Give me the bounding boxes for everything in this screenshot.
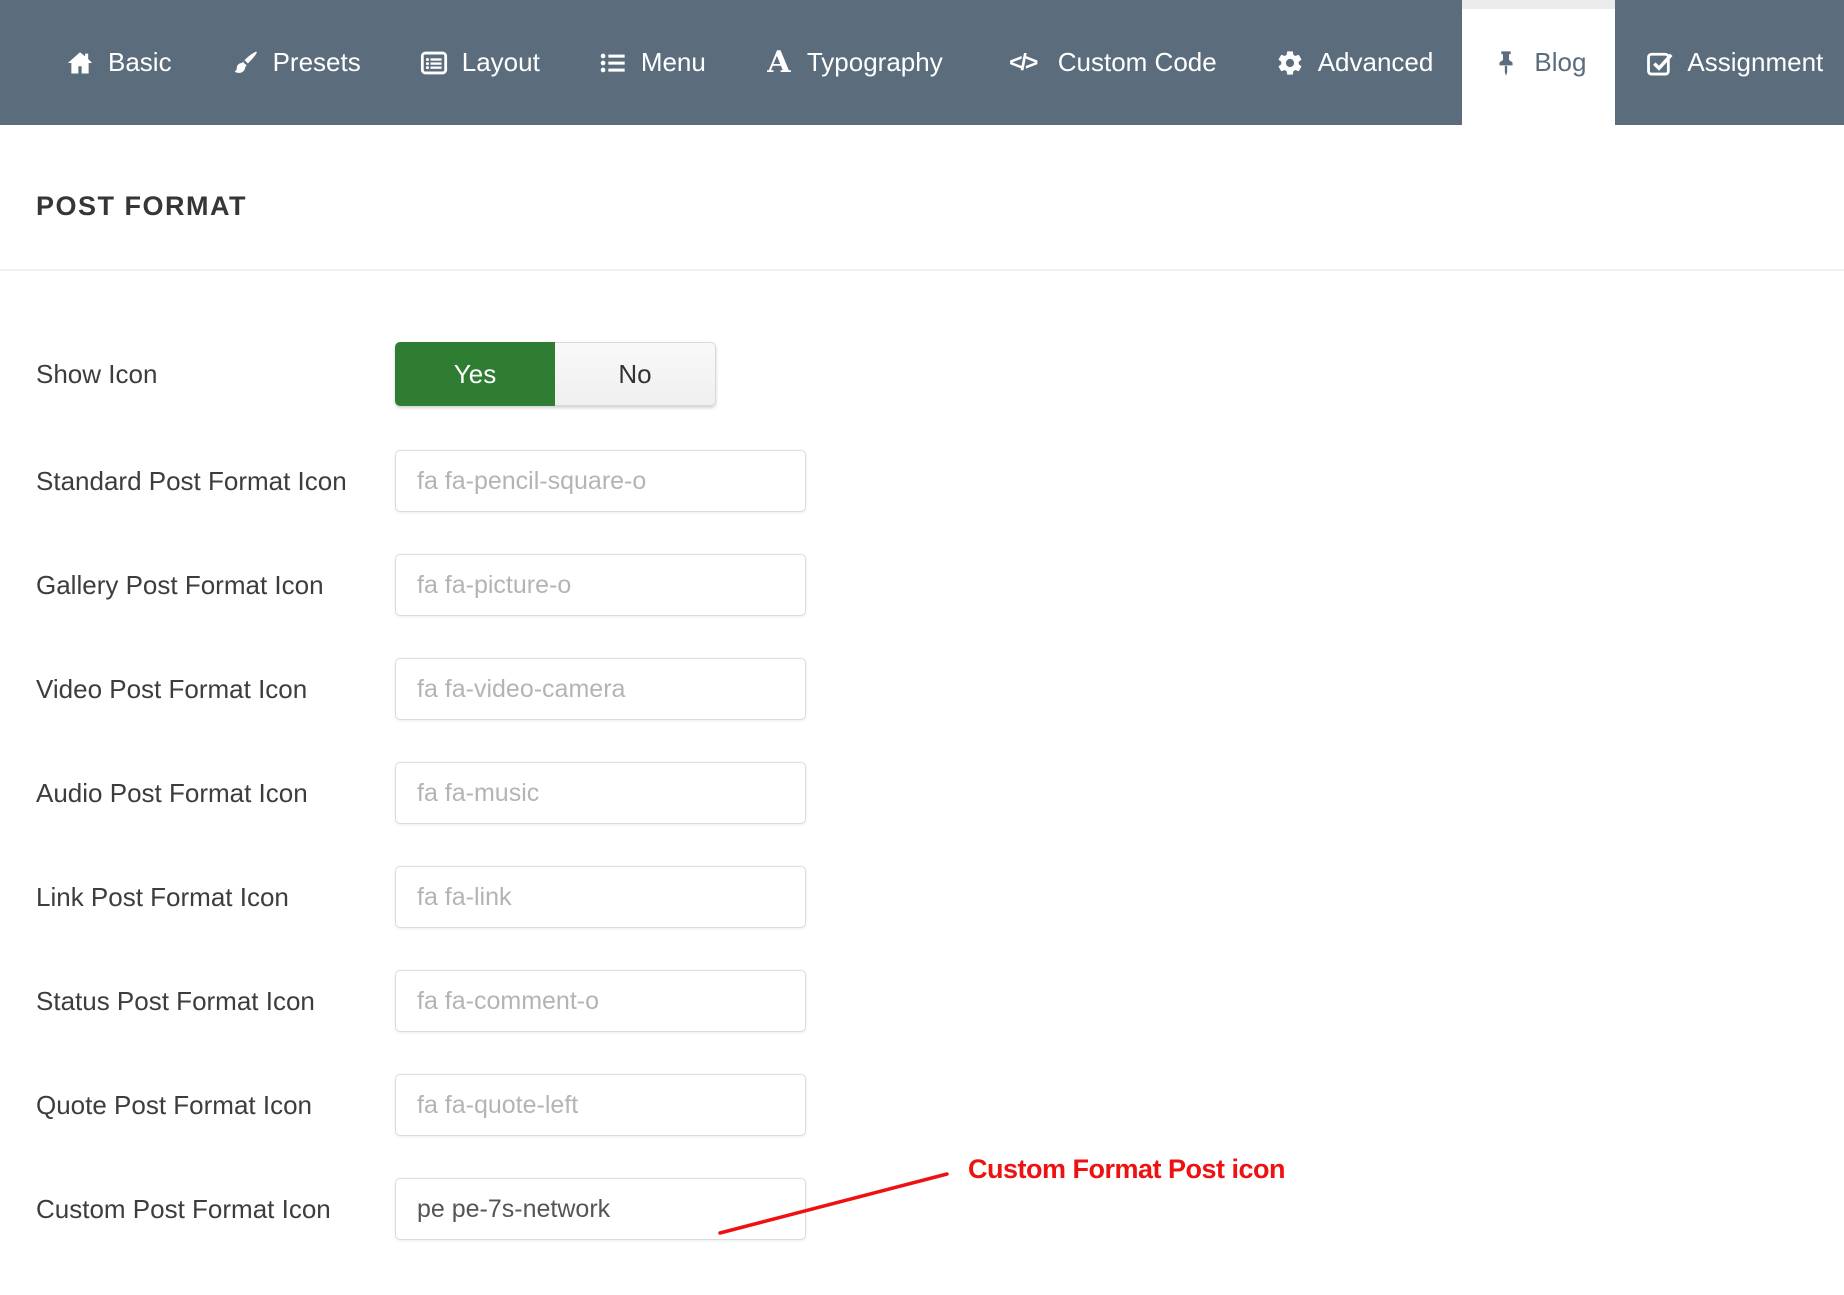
form-row-video: Video Post Format Icon: [36, 658, 806, 720]
link-post-format-label: Link Post Format Icon: [36, 882, 395, 913]
form-row-audio: Audio Post Format Icon: [36, 762, 806, 824]
tab-custom-code[interactable]: </> Custom Code: [972, 0, 1246, 125]
home-icon: [65, 48, 95, 78]
tab-layout[interactable]: Layout: [390, 0, 569, 125]
quote-post-format-input[interactable]: [395, 1074, 806, 1136]
form-row-custom: Custom Post Format Icon: [36, 1178, 806, 1240]
tab-label: Basic: [108, 47, 172, 78]
tab-basic[interactable]: Basic: [36, 0, 201, 125]
typography-a-icon: A: [764, 48, 794, 78]
form-row-link: Link Post Format Icon: [36, 866, 806, 928]
status-post-format-input[interactable]: [395, 970, 806, 1032]
form-row-status: Status Post Format Icon: [36, 970, 806, 1032]
custom-post-format-label: Custom Post Format Icon: [36, 1194, 395, 1225]
tab-label: Presets: [273, 47, 361, 78]
gallery-post-format-label: Gallery Post Format Icon: [36, 570, 395, 601]
tab-presets[interactable]: Presets: [201, 0, 390, 125]
settings-tab-bar: Basic Presets Layout Menu A Typography <: [0, 0, 1844, 125]
code-icon: </>: [1001, 48, 1045, 78]
layout-list-icon: [419, 48, 449, 78]
tab-blog-active[interactable]: Blog: [1462, 0, 1615, 125]
tab-label: Custom Code: [1058, 47, 1217, 78]
video-post-format-input[interactable]: [395, 658, 806, 720]
tab-label: Typography: [807, 47, 943, 78]
form-row-show-icon: Show Icon Yes No: [36, 342, 806, 406]
post-format-form: Show Icon Yes No Standard Post Format Ic…: [36, 342, 806, 1282]
tab-typography[interactable]: A Typography: [735, 0, 972, 125]
gear-icon: [1275, 48, 1305, 78]
section-divider: [0, 269, 1844, 271]
paintbrush-icon: [230, 48, 260, 78]
tab-menu[interactable]: Menu: [569, 0, 735, 125]
tab-advanced[interactable]: Advanced: [1246, 0, 1463, 125]
audio-post-format-input[interactable]: [395, 762, 806, 824]
gallery-post-format-input[interactable]: [395, 554, 806, 616]
check-square-icon: [1644, 48, 1674, 78]
annotation-label: Custom Format Post icon: [968, 1154, 1285, 1185]
status-post-format-label: Status Post Format Icon: [36, 986, 395, 1017]
tab-label: Layout: [462, 47, 540, 78]
standard-post-format-label: Standard Post Format Icon: [36, 466, 395, 497]
form-row-standard: Standard Post Format Icon: [36, 450, 806, 512]
form-row-gallery: Gallery Post Format Icon: [36, 554, 806, 616]
quote-post-format-label: Quote Post Format Icon: [36, 1090, 395, 1121]
show-icon-no-button[interactable]: No: [555, 342, 716, 406]
show-icon-toggle: Yes No: [395, 342, 716, 406]
thumbtack-icon: [1491, 48, 1521, 78]
link-post-format-input[interactable]: [395, 866, 806, 928]
show-icon-yes-button[interactable]: Yes: [395, 342, 555, 406]
section-header: POST FORMAT: [0, 125, 1844, 270]
tab-label: Blog: [1534, 47, 1586, 78]
tab-label: Menu: [641, 47, 706, 78]
standard-post-format-input[interactable]: [395, 450, 806, 512]
custom-post-format-input[interactable]: [395, 1178, 806, 1240]
tab-label: Advanced: [1318, 47, 1434, 78]
tab-assignment[interactable]: Assignment: [1615, 0, 1844, 125]
show-icon-label: Show Icon: [36, 359, 395, 390]
audio-post-format-label: Audio Post Format Icon: [36, 778, 395, 809]
form-row-quote: Quote Post Format Icon: [36, 1074, 806, 1136]
menu-list-icon: [598, 48, 628, 78]
theme-settings-page: Basic Presets Layout Menu A Typography <: [0, 0, 1844, 1295]
page-title: POST FORMAT: [0, 125, 1844, 222]
video-post-format-label: Video Post Format Icon: [36, 674, 395, 705]
tab-label: Assignment: [1687, 47, 1823, 78]
